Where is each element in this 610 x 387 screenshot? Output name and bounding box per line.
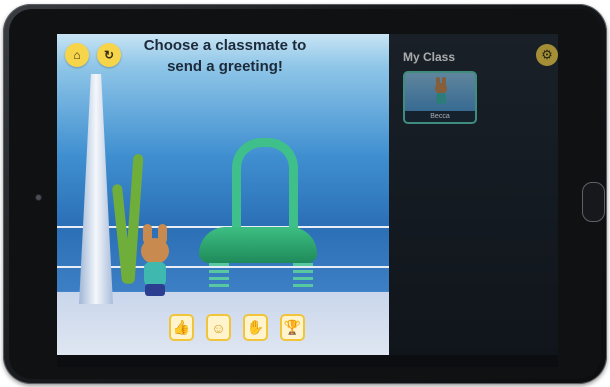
game-prompt: Choose a classmate to send a greeting! [143, 37, 307, 75]
refresh-button[interactable]: ↻ [97, 43, 121, 67]
class-panel: My Class ⚙ Becca [389, 34, 558, 355]
scene-pillar [79, 74, 113, 304]
panel-title: My Class [403, 50, 456, 64]
reaction-clap-button[interactable]: ✋ [243, 314, 268, 341]
gear-icon: ⚙ [541, 47, 553, 62]
classmate-name: Becca [405, 111, 475, 122]
reaction-bar: 👍 ☺ ✋ 🏆 [169, 314, 309, 346]
hover-car [199, 227, 317, 263]
classmate-card[interactable]: Becca [403, 71, 477, 124]
reaction-thumbs-up-button[interactable]: 👍 [169, 314, 194, 341]
smiley-icon: ☺ [211, 319, 226, 336]
car-spring [293, 263, 313, 289]
car-spring [209, 263, 229, 289]
home-icon: ⌂ [73, 48, 81, 62]
front-camera [36, 195, 41, 200]
device-home-button[interactable] [582, 182, 605, 222]
home-button[interactable]: ⌂ [65, 43, 89, 67]
game-scene: ⌂ ↻ Choose a classmate to send a greetin… [57, 34, 389, 355]
bunny-avatar [135, 224, 175, 299]
refresh-icon: ↻ [103, 48, 115, 62]
reaction-trophy-button[interactable]: 🏆 [280, 314, 305, 341]
classmate-avatar [432, 77, 450, 109]
reaction-smiley-button[interactable]: ☺ [206, 314, 231, 341]
thumbs-up-icon: 👍 [172, 319, 191, 335]
app-screen: ⌂ ↻ Choose a classmate to send a greetin… [57, 34, 558, 355]
trophy-icon: 🏆 [283, 319, 302, 335]
device-bezel-bottom [57, 355, 558, 367]
settings-button[interactable]: ⚙ [536, 44, 558, 66]
clap-icon: ✋ [246, 319, 265, 335]
